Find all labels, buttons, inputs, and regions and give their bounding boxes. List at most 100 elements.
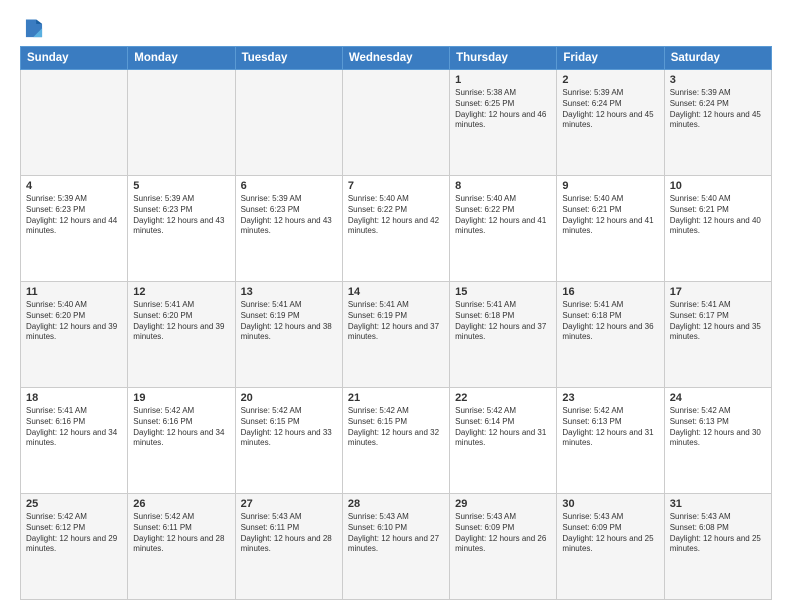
calendar-cell: 24 Sunrise: 5:42 AM Sunset: 6:13 PM Dayli… (664, 388, 771, 494)
day-number: 15 (455, 286, 551, 298)
day-info: Sunrise: 5:39 AM Sunset: 6:24 PM Dayligh… (670, 88, 766, 131)
day-number: 19 (133, 392, 229, 404)
calendar-cell (235, 70, 342, 176)
day-info: Sunrise: 5:39 AM Sunset: 6:23 PM Dayligh… (133, 194, 229, 237)
day-number: 1 (455, 74, 551, 86)
calendar-cell: 7 Sunrise: 5:40 AM Sunset: 6:22 PM Daylig… (342, 176, 449, 282)
day-info: Sunrise: 5:41 AM Sunset: 6:18 PM Dayligh… (455, 300, 551, 343)
calendar-table: SundayMondayTuesdayWednesdayThursdayFrid… (20, 46, 772, 600)
calendar-cell (21, 70, 128, 176)
day-info: Sunrise: 5:43 AM Sunset: 6:09 PM Dayligh… (562, 512, 658, 555)
day-number: 31 (670, 498, 766, 510)
day-number: 28 (348, 498, 444, 510)
day-number: 20 (241, 392, 337, 404)
day-number: 3 (670, 74, 766, 86)
col-header-sunday: Sunday (21, 47, 128, 70)
day-info: Sunrise: 5:39 AM Sunset: 6:23 PM Dayligh… (241, 194, 337, 237)
day-info: Sunrise: 5:40 AM Sunset: 6:21 PM Dayligh… (670, 194, 766, 237)
day-info: Sunrise: 5:40 AM Sunset: 6:20 PM Dayligh… (26, 300, 122, 343)
day-number: 26 (133, 498, 229, 510)
day-info: Sunrise: 5:42 AM Sunset: 6:13 PM Dayligh… (562, 406, 658, 449)
day-info: Sunrise: 5:41 AM Sunset: 6:16 PM Dayligh… (26, 406, 122, 449)
calendar-cell: 28 Sunrise: 5:43 AM Sunset: 6:10 PM Dayli… (342, 494, 449, 600)
day-number: 8 (455, 180, 551, 192)
col-header-tuesday: Tuesday (235, 47, 342, 70)
calendar-cell: 17Sunrise: 5:41 AM Sunset: 6:17 PM Dayli… (664, 282, 771, 388)
day-info: Sunrise: 5:42 AM Sunset: 6:11 PM Dayligh… (133, 512, 229, 555)
day-info: Sunrise: 5:42 AM Sunset: 6:14 PM Dayligh… (455, 406, 551, 449)
calendar-cell: 15 Sunrise: 5:41 AM Sunset: 6:18 PM Dayli… (450, 282, 557, 388)
calendar-cell: 14 Sunrise: 5:41 AM Sunset: 6:19 PM Dayli… (342, 282, 449, 388)
calendar-cell: 31 Sunrise: 5:43 AM Sunset: 6:08 PM Dayli… (664, 494, 771, 600)
day-info: Sunrise: 5:40 AM Sunset: 6:21 PM Dayligh… (562, 194, 658, 237)
header-row: SundayMondayTuesdayWednesdayThursdayFrid… (21, 47, 772, 70)
calendar-cell: 5 Sunrise: 5:39 AM Sunset: 6:23 PM Daylig… (128, 176, 235, 282)
day-number: 14 (348, 286, 444, 298)
day-number: 23 (562, 392, 658, 404)
col-header-friday: Friday (557, 47, 664, 70)
day-info: Sunrise: 5:39 AM Sunset: 6:24 PM Dayligh… (562, 88, 658, 131)
calendar-cell: 22 Sunrise: 5:42 AM Sunset: 6:14 PM Dayli… (450, 388, 557, 494)
calendar-cell: 6 Sunrise: 5:39 AM Sunset: 6:23 PM Daylig… (235, 176, 342, 282)
day-info: Sunrise: 5:38 AM Sunset: 6:25 PM Dayligh… (455, 88, 551, 131)
day-info: Sunrise: 5:41 AM Sunset: 6:19 PM Dayligh… (348, 300, 444, 343)
day-number: 18 (26, 392, 122, 404)
day-info: Sunrise: 5:43 AM Sunset: 6:10 PM Dayligh… (348, 512, 444, 555)
calendar-cell: 19Sunrise: 5:42 AM Sunset: 6:16 PM Dayli… (128, 388, 235, 494)
calendar-cell: 30 Sunrise: 5:43 AM Sunset: 6:09 PM Dayli… (557, 494, 664, 600)
day-number: 11 (26, 286, 122, 298)
calendar-cell: 26 Sunrise: 5:42 AM Sunset: 6:11 PM Dayli… (128, 494, 235, 600)
day-number: 12 (133, 286, 229, 298)
day-info: Sunrise: 5:43 AM Sunset: 6:08 PM Dayligh… (670, 512, 766, 555)
calendar-cell: 16Sunrise: 5:41 AM Sunset: 6:18 PM Dayli… (557, 282, 664, 388)
day-info: Sunrise: 5:42 AM Sunset: 6:15 PM Dayligh… (241, 406, 337, 449)
calendar-cell: 23 Sunrise: 5:42 AM Sunset: 6:13 PM Dayli… (557, 388, 664, 494)
day-info: Sunrise: 5:42 AM Sunset: 6:15 PM Dayligh… (348, 406, 444, 449)
calendar-cell (128, 70, 235, 176)
calendar-cell: 10 Sunrise: 5:40 AM Sunset: 6:21 PM Dayli… (664, 176, 771, 282)
day-number: 16 (562, 286, 658, 298)
calendar-cell: 13Sunrise: 5:41 AM Sunset: 6:19 PM Dayli… (235, 282, 342, 388)
col-header-saturday: Saturday (664, 47, 771, 70)
day-info: Sunrise: 5:40 AM Sunset: 6:22 PM Dayligh… (455, 194, 551, 237)
day-number: 22 (455, 392, 551, 404)
col-header-thursday: Thursday (450, 47, 557, 70)
week-row-2: 4 Sunrise: 5:39 AM Sunset: 6:23 PM Daylig… (21, 176, 772, 282)
calendar-cell: 8 Sunrise: 5:40 AM Sunset: 6:22 PM Daylig… (450, 176, 557, 282)
day-number: 30 (562, 498, 658, 510)
calendar-cell: 29Sunrise: 5:43 AM Sunset: 6:09 PM Dayli… (450, 494, 557, 600)
day-info: Sunrise: 5:41 AM Sunset: 6:17 PM Dayligh… (670, 300, 766, 343)
day-number: 27 (241, 498, 337, 510)
logo (20, 20, 45, 40)
day-number: 5 (133, 180, 229, 192)
week-row-3: 11 Sunrise: 5:40 AM Sunset: 6:20 PM Dayli… (21, 282, 772, 388)
day-number: 24 (670, 392, 766, 404)
day-number: 7 (348, 180, 444, 192)
day-info: Sunrise: 5:42 AM Sunset: 6:12 PM Dayligh… (26, 512, 122, 555)
day-number: 10 (670, 180, 766, 192)
day-number: 4 (26, 180, 122, 192)
day-info: Sunrise: 5:41 AM Sunset: 6:20 PM Dayligh… (133, 300, 229, 343)
week-row-5: 25 Sunrise: 5:42 AM Sunset: 6:12 PM Dayli… (21, 494, 772, 600)
col-header-wednesday: Wednesday (342, 47, 449, 70)
day-info: Sunrise: 5:42 AM Sunset: 6:13 PM Dayligh… (670, 406, 766, 449)
day-number: 2 (562, 74, 658, 86)
week-row-1: 1 Sunrise: 5:38 AM Sunset: 6:25 PM Daylig… (21, 70, 772, 176)
day-info: Sunrise: 5:39 AM Sunset: 6:23 PM Dayligh… (26, 194, 122, 237)
calendar-cell: 20 Sunrise: 5:42 AM Sunset: 6:15 PM Dayli… (235, 388, 342, 494)
calendar-cell: 25 Sunrise: 5:42 AM Sunset: 6:12 PM Dayli… (21, 494, 128, 600)
calendar-cell: 12 Sunrise: 5:41 AM Sunset: 6:20 PM Dayli… (128, 282, 235, 388)
week-row-4: 18 Sunrise: 5:41 AM Sunset: 6:16 PM Dayli… (21, 388, 772, 494)
calendar-cell: 4 Sunrise: 5:39 AM Sunset: 6:23 PM Daylig… (21, 176, 128, 282)
day-info: Sunrise: 5:41 AM Sunset: 6:19 PM Dayligh… (241, 300, 337, 343)
logo-icon (23, 18, 45, 40)
col-header-monday: Monday (128, 47, 235, 70)
day-number: 6 (241, 180, 337, 192)
day-info: Sunrise: 5:40 AM Sunset: 6:22 PM Dayligh… (348, 194, 444, 237)
day-number: 25 (26, 498, 122, 510)
day-info: Sunrise: 5:43 AM Sunset: 6:11 PM Dayligh… (241, 512, 337, 555)
calendar-cell: 9Sunrise: 5:40 AM Sunset: 6:21 PM Daylig… (557, 176, 664, 282)
calendar-cell: 3 Sunrise: 5:39 AM Sunset: 6:24 PM Daylig… (664, 70, 771, 176)
day-number: 29 (455, 498, 551, 510)
calendar-cell: 18 Sunrise: 5:41 AM Sunset: 6:16 PM Dayli… (21, 388, 128, 494)
